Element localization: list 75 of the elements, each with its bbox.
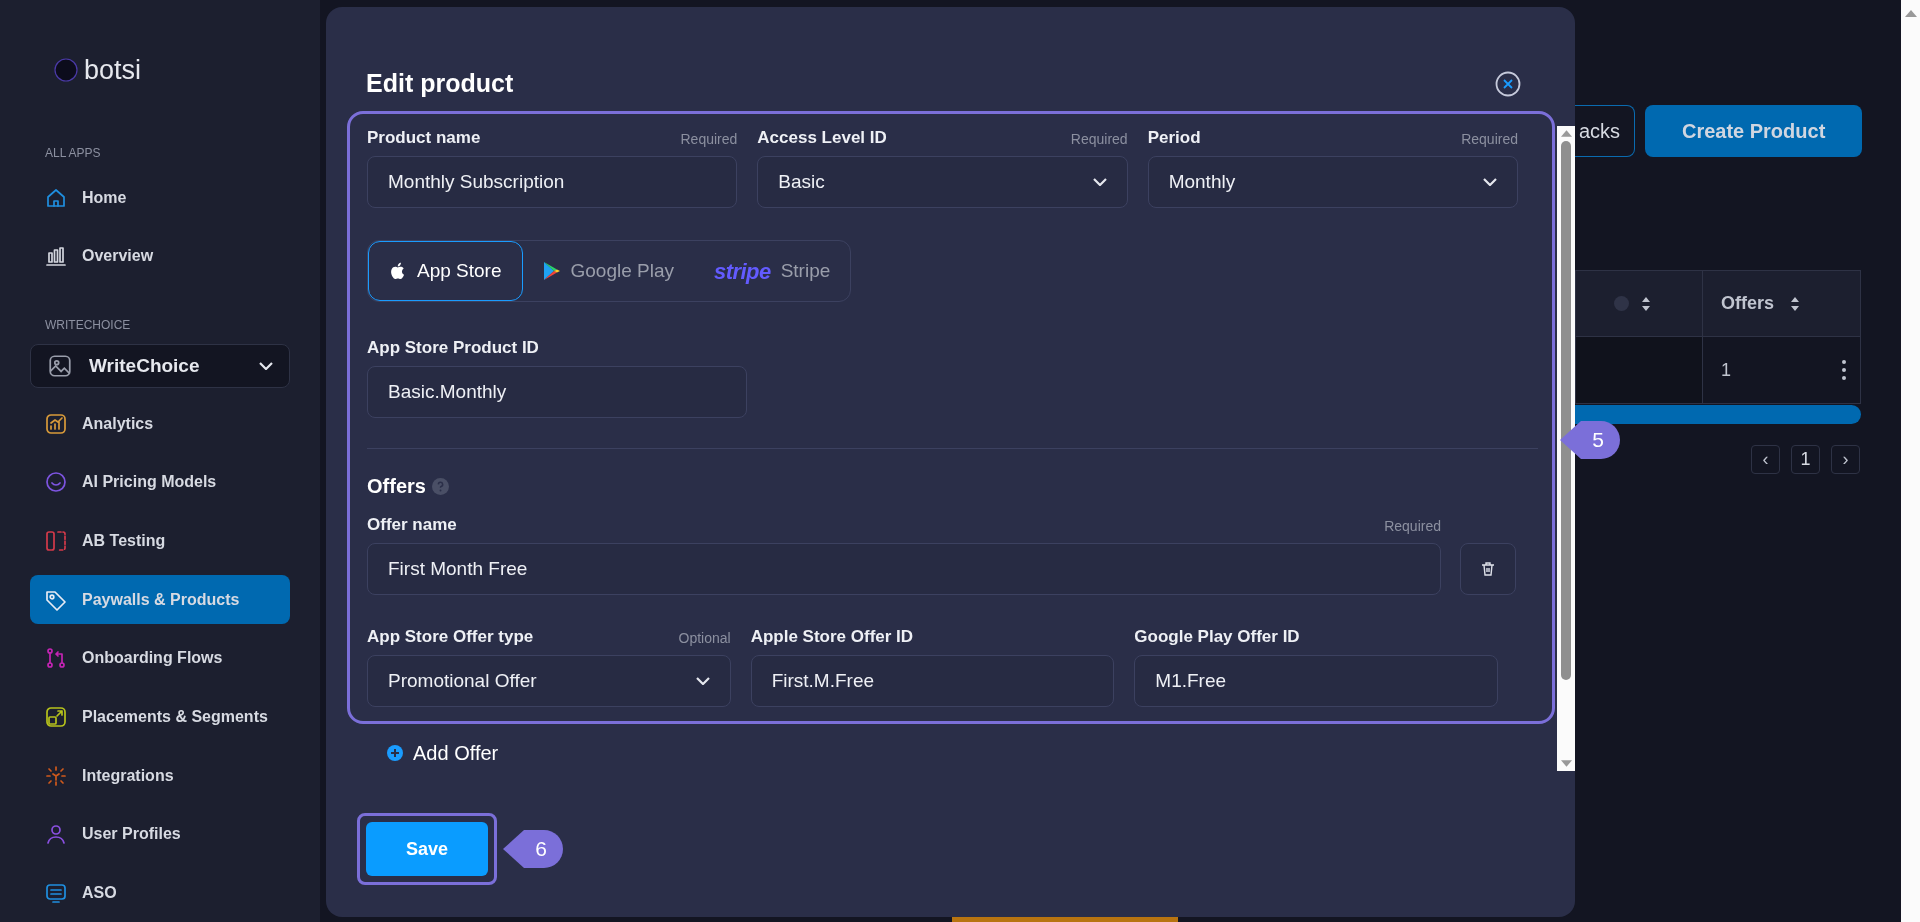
column-header[interactable]: Offers [1721,290,1774,317]
field-label: Offer name [367,513,457,536]
add-offer-link[interactable]: Add Offer [413,738,499,768]
field-note: Required [1461,130,1518,149]
page-button[interactable]: 1 [1791,445,1820,474]
field-note: Required [680,130,738,149]
more-icon[interactable] [1842,360,1846,380]
section-heading: ALL APPS [45,146,101,161]
scrollbar[interactable] [1557,126,1575,771]
play-triangle-icon [542,261,561,281]
horizontal-scrollbar[interactable] [1575,405,1861,424]
chevron-down-icon [1092,178,1107,186]
delete-button[interactable] [1460,543,1516,595]
image-icon [47,353,73,380]
scroll-up-icon[interactable] [1904,10,1917,17]
scroll-down-icon[interactable] [1560,760,1572,767]
sidebar-item[interactable]: Paywalls & Products [30,575,290,624]
input-field[interactable]: First Month Free [367,543,1441,595]
trash-icon [1480,561,1496,577]
select-field[interactable]: Basic [757,156,1128,208]
chevron-down-icon [1483,178,1497,186]
field-label: Google Play Offer ID [1134,625,1300,648]
sidebar-item[interactable]: Onboarding Flows [30,633,290,683]
next-page-button[interactable]: › [1831,445,1860,474]
previous-page-button[interactable]: ‹ [1751,445,1780,474]
field-label: App Store Offer type [367,625,534,648]
sidebar-item[interactable]: Overview [30,232,290,281]
field-label: Access Level ID [757,126,887,149]
logo-text: botsi [84,56,142,84]
sidebar-item[interactable]: Analytics [30,399,290,449]
expand-square-icon [44,704,68,729]
input-field[interactable]: First.M.Free [750,655,1115,707]
chevron-down-icon [259,362,273,371]
scroll-thumb[interactable] [1561,141,1571,680]
field-label: Product name [367,126,481,149]
smile-circle-icon [44,470,68,495]
modal-title: Edit product [366,68,514,100]
scroll-up-icon[interactable] [1560,130,1572,137]
input-field[interactable]: M1.Free [1134,655,1498,707]
store-tab[interactable]: stripe Stripe [694,241,851,301]
sidebar-item[interactable]: User Profiles [30,809,290,859]
select-field[interactable]: Promotional Offer [367,655,731,707]
input-field[interactable]: Basic.Monthly [367,366,747,418]
field-label: Period [1147,126,1201,149]
add-circle-icon [387,745,403,761]
app-selector[interactable]: WriteChoice [30,343,290,389]
field-label: App Store Product ID [367,336,539,359]
chevron-down-icon [695,677,710,685]
section-heading: WRITECHOICE [45,317,131,332]
branch-icon [44,646,68,671]
select-field[interactable]: Monthly [1147,156,1518,208]
sidebar-item[interactable]: Integrations [30,751,290,800]
store-tab[interactable]: Google Play [522,241,694,301]
field-note: Required [1070,130,1128,149]
store-tab[interactable]: App Store [368,241,523,301]
bar-chart-icon [44,244,68,269]
user-icon [44,822,68,847]
sidebar-item[interactable]: Home [30,173,290,223]
split-panel-icon [44,529,68,553]
growth-chart-icon [44,411,68,436]
sidebar-item[interactable]: AI Pricing Models [30,458,290,507]
table-cell-text: 1 [1721,358,1732,382]
create-product-button[interactable]: Create Product [1645,105,1863,157]
logo-circle-icon [54,58,78,83]
field-note: Optional [678,629,731,648]
sidebar-item[interactable]: Placements & Segments [30,692,290,742]
field-note: Required [1384,517,1441,536]
apple-icon [389,261,407,281]
callout-badge: 6 [503,830,563,868]
close-icon[interactable] [1495,71,1521,97]
sidebar-item[interactable]: AB Testing [30,516,290,566]
sidebar-item[interactable]: ASO [30,868,290,918]
section-title: Offers [367,474,426,499]
input-field[interactable]: Monthly Subscription [367,156,738,208]
field-label: Apple Store Offer ID [750,625,914,648]
